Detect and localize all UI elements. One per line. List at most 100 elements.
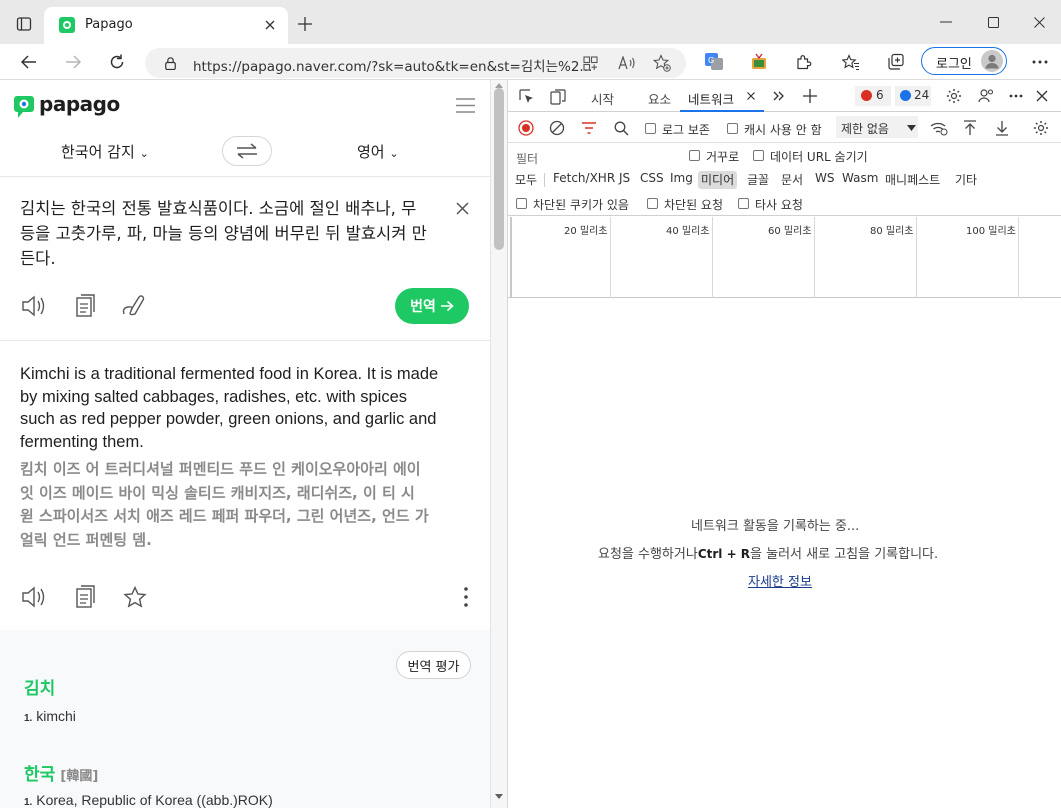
type-filter-wasm[interactable]: Wasm	[842, 171, 878, 189]
type-filter-manifest[interactable]: 매니페스트	[885, 171, 940, 189]
dict-word[interactable]: 김치	[24, 679, 55, 699]
back-icon[interactable]	[18, 52, 40, 72]
clear-icon[interactable]	[548, 119, 566, 137]
devtools-tab-elements[interactable]: 요소	[648, 89, 671, 108]
rate-translation-button[interactable]: 번역 평가	[396, 651, 471, 679]
issue-count-badge[interactable]: 24	[895, 86, 931, 106]
dict-word[interactable]: 한국	[24, 765, 55, 785]
blocked-requests-checkbox[interactable]	[647, 198, 658, 209]
throttle-select[interactable]: 제한 없음	[836, 116, 918, 138]
translate-extension-icon[interactable]: G	[703, 51, 725, 73]
record-stop-icon[interactable]	[517, 119, 535, 137]
export-har-icon[interactable]	[993, 119, 1011, 137]
network-settings-icon[interactable]	[1032, 119, 1050, 137]
type-filter-doc[interactable]: 문서	[781, 171, 803, 189]
type-filter-all[interactable]: 모두	[515, 171, 537, 189]
dict-entry[interactable]: 김치	[24, 674, 55, 699]
forward-icon[interactable]	[62, 52, 84, 72]
avatar	[981, 50, 1003, 72]
refresh-icon[interactable]	[106, 51, 128, 73]
read-aloud-icon[interactable]	[617, 54, 637, 72]
maximize-icon[interactable]	[983, 12, 1003, 32]
more-options-icon[interactable]	[1007, 87, 1025, 105]
blocked-requests-label: 차단된 요청	[664, 198, 724, 212]
app-available-icon[interactable]	[581, 54, 599, 72]
more-menu-icon[interactable]	[1029, 51, 1051, 73]
customize-icon[interactable]	[977, 87, 995, 105]
favorites-icon[interactable]	[840, 51, 862, 73]
invert-checkbox[interactable]	[689, 150, 700, 161]
clear-text-icon[interactable]	[453, 199, 471, 217]
source-text-input[interactable]: 김치는 한국의 전통 발효식품이다. 소금에 절인 배추나, 무 등을 고춧가루…	[20, 196, 430, 271]
hamburger-menu-icon[interactable]	[454, 96, 476, 114]
collections-icon[interactable]	[885, 51, 907, 73]
preserve-log-checkbox[interactable]	[645, 123, 656, 134]
network-conditions-icon[interactable]	[929, 119, 949, 137]
scroll-down-icon[interactable]	[495, 794, 503, 802]
device-emulation-icon[interactable]	[549, 88, 567, 106]
close-devtools-icon[interactable]	[1033, 88, 1051, 104]
timeline-label: 20 밀리초	[564, 226, 608, 237]
title-bar: Papago	[0, 0, 1061, 44]
inspect-element-icon[interactable]	[518, 88, 536, 106]
type-filter-js[interactable]: JS	[619, 171, 630, 189]
search-icon[interactable]	[612, 119, 630, 137]
address-bar[interactable]: https://papago.naver.com/?sk=auto&tk=en&…	[145, 48, 686, 78]
swap-languages-button[interactable]	[222, 136, 272, 166]
more-tabs-icon[interactable]	[771, 88, 787, 104]
third-party-checkbox[interactable]	[738, 198, 749, 209]
settings-gear-icon[interactable]	[945, 87, 963, 105]
login-label: 로그인	[936, 57, 972, 72]
dict-entry[interactable]: 한국 [韓國]	[24, 760, 98, 785]
handwriting-icon[interactable]	[120, 293, 148, 319]
minimize-icon[interactable]	[936, 12, 956, 32]
learn-more-link[interactable]: 자세한 정보	[748, 571, 812, 590]
network-overview-timeline[interactable]: 20 밀리초 40 밀리초 60 밀리초 80 밀리초 100 밀리초	[508, 217, 1061, 298]
extensions-icon[interactable]	[792, 51, 814, 73]
speaker-icon[interactable]	[20, 293, 48, 319]
copy-icon[interactable]	[73, 293, 99, 319]
add-favorite-icon[interactable]	[652, 53, 672, 73]
tab-actions-icon[interactable]	[14, 14, 34, 34]
login-button[interactable]: 로그인	[921, 47, 1007, 75]
filter-icon[interactable]	[580, 119, 598, 137]
more-options-icon[interactable]	[457, 584, 475, 610]
disable-cache-checkbox[interactable]	[727, 123, 738, 134]
page-scrollbar[interactable]	[490, 80, 508, 808]
tv-extension-icon[interactable]	[748, 51, 770, 73]
copy-icon[interactable]	[73, 584, 99, 610]
filter-input[interactable]	[538, 148, 676, 165]
scroll-thumb[interactable]	[494, 88, 504, 250]
dict-def-text: Korea, Republic of Korea ((abb.)ROK)	[36, 792, 273, 808]
devtools-tab-welcome[interactable]: 시작	[591, 89, 614, 108]
source-language-select[interactable]: 한국어 감지 ⌄	[61, 141, 149, 162]
import-har-icon[interactable]	[961, 119, 979, 137]
type-filter-ws[interactable]: WS	[815, 171, 834, 189]
add-tab-icon[interactable]	[801, 87, 819, 105]
error-count-badge[interactable]: 6	[855, 86, 891, 106]
new-tab-icon[interactable]	[295, 14, 315, 34]
reload-hint-b: 을 눌러서 새로 고침을 기록합니다.	[750, 547, 939, 562]
favorite-star-icon[interactable]	[121, 583, 149, 611]
type-filter-font[interactable]: 글꼴	[747, 171, 769, 189]
blocked-cookies-checkbox[interactable]	[516, 198, 527, 209]
browser-tab[interactable]: Papago	[44, 7, 288, 44]
type-filter-media[interactable]: 미디어	[698, 171, 738, 189]
lock-icon[interactable]	[163, 56, 177, 70]
speaker-icon[interactable]	[20, 584, 48, 610]
dict-def-number: 1.	[24, 797, 33, 808]
close-tab-icon[interactable]	[746, 91, 756, 101]
hide-data-urls-checkbox[interactable]	[753, 150, 764, 161]
type-filter-other[interactable]: 기타	[955, 171, 977, 189]
papago-logo[interactable]: papago	[14, 92, 120, 120]
type-filter-fetch[interactable]: Fetch/XHR	[553, 171, 615, 189]
chevron-down-icon: ⌄	[389, 147, 399, 160]
type-filter-css[interactable]: CSS	[640, 171, 664, 189]
close-window-icon[interactable]	[1029, 12, 1049, 32]
target-language-select[interactable]: 영어 ⌄	[357, 141, 399, 162]
type-filter-img[interactable]: Img	[670, 171, 693, 189]
devtools-tab-network[interactable]: 네트워크	[680, 80, 764, 112]
disable-cache-label: 캐시 사용 안 함	[744, 123, 822, 137]
translate-button[interactable]: 번역	[395, 288, 469, 324]
close-tab-icon[interactable]	[262, 17, 278, 33]
